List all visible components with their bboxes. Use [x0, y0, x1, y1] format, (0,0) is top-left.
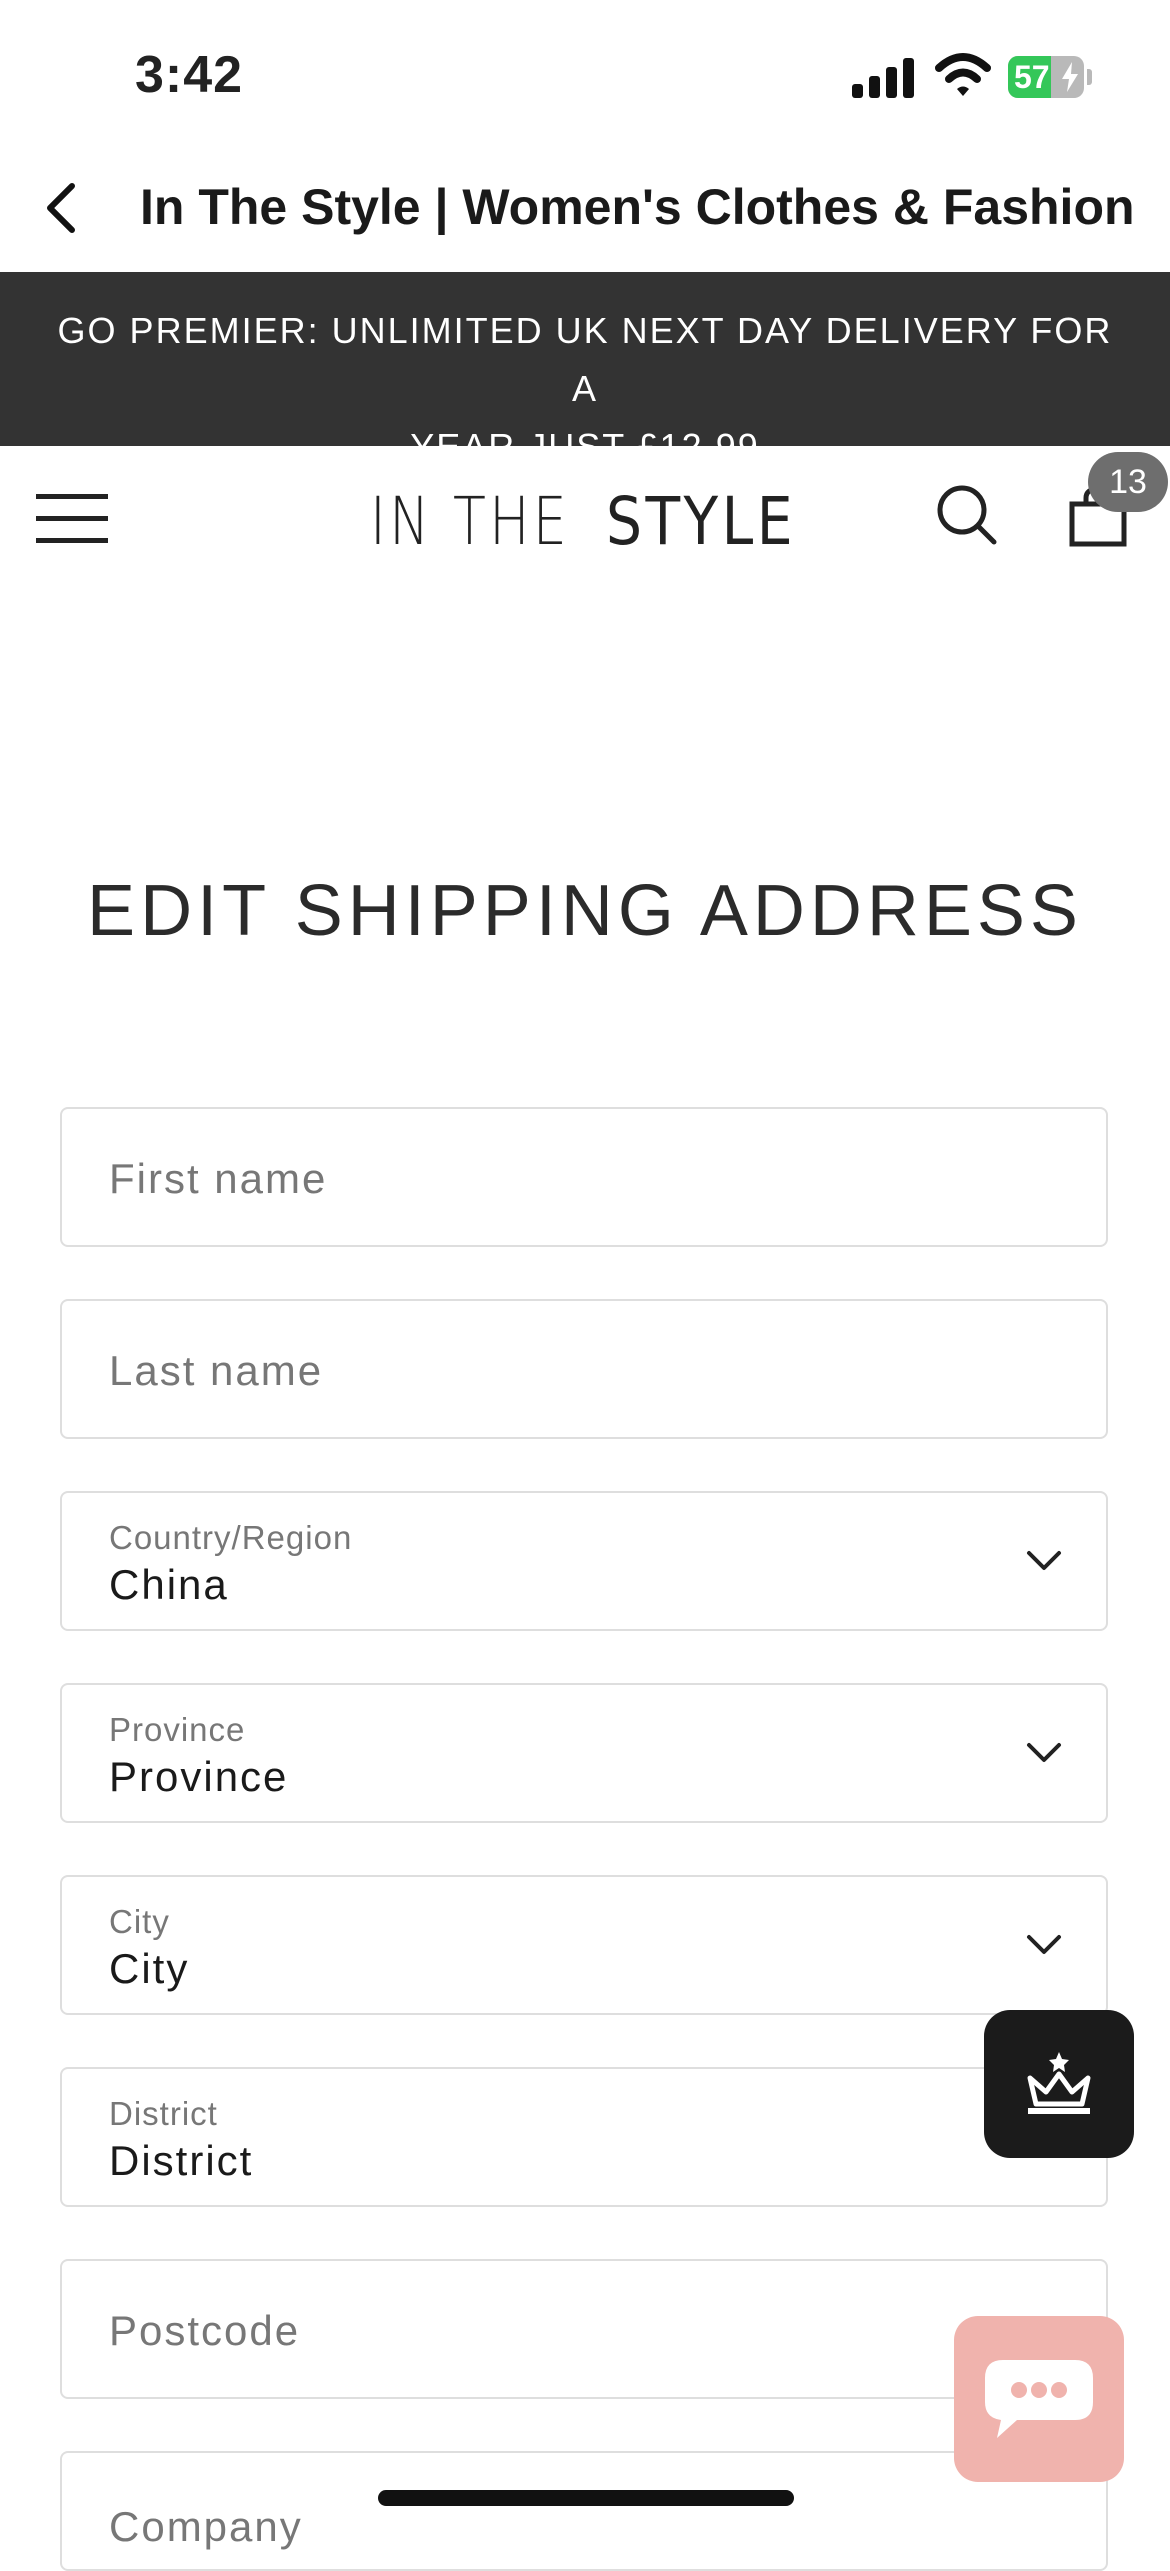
cart-count-badge[interactable]: 13: [1088, 452, 1168, 512]
promo-line-1: GO PREMIER: UNLIMITED UK NEXT DAY DELIVE…: [57, 310, 1113, 409]
wifi-icon: [935, 53, 991, 96]
country-label: Country/Region: [109, 1519, 353, 1556]
chevron-left-icon[interactable]: [42, 180, 82, 236]
page-title: In The Style | Women's Clothes & Fashion: [140, 179, 1135, 235]
form-heading: EDIT SHIPPING ADDRESS: [87, 871, 1083, 951]
crown-icon: [1027, 2052, 1091, 2114]
battery-body: 57: [1008, 56, 1084, 98]
battery-percent: 57: [1014, 59, 1050, 95]
company-field[interactable]: Company: [60, 2451, 1108, 2571]
status-time: 3:42: [135, 46, 244, 104]
battery-cap: [1087, 69, 1092, 85]
logo[interactable]: IN THE STYLE: [370, 478, 800, 558]
last-name-field[interactable]: Last name: [60, 1299, 1108, 1439]
rewards-button[interactable]: [984, 2010, 1134, 2158]
chevron-down-icon: [1027, 1551, 1061, 1570]
first-name-field[interactable]: First name: [60, 1107, 1108, 1247]
province-select[interactable]: Province Province: [60, 1683, 1108, 1823]
province-label: Province: [109, 1711, 246, 1748]
district-value: District: [109, 2137, 254, 2184]
bolt-icon: [1062, 62, 1078, 92]
logo-bold-text: STYLE: [606, 483, 796, 558]
postcode-placeholder: Postcode: [109, 2307, 301, 2354]
status-bar: 3:42 57: [0, 0, 1170, 150]
hamburger-menu-icon[interactable]: [36, 492, 108, 544]
chat-bubble-icon: [985, 2360, 1093, 2438]
battery-charging-icon: 57: [1008, 56, 1092, 98]
signal-icon: [852, 58, 914, 98]
chat-button[interactable]: [954, 2316, 1124, 2482]
postcode-field[interactable]: Postcode: [60, 2259, 1108, 2399]
district-select[interactable]: District District: [60, 2067, 1108, 2207]
city-value: City: [109, 1945, 190, 1992]
search-icon[interactable]: [936, 484, 998, 546]
company-placeholder: Company: [109, 2503, 303, 2550]
city-label: City: [109, 1903, 170, 1940]
country-value: China: [109, 1561, 229, 1608]
chevron-down-icon: [1027, 1743, 1061, 1762]
last-name-placeholder: Last name: [109, 1347, 324, 1394]
chevron-down-icon: [1027, 1935, 1061, 1954]
country-select[interactable]: Country/Region China: [60, 1491, 1108, 1631]
province-value: Province: [109, 1753, 289, 1800]
home-indicator: [378, 2490, 794, 2506]
logo-light-text: IN THE: [370, 483, 570, 558]
first-name-placeholder: First name: [109, 1155, 328, 1202]
district-label: District: [109, 2095, 218, 2132]
city-select[interactable]: City City: [60, 1875, 1108, 2015]
